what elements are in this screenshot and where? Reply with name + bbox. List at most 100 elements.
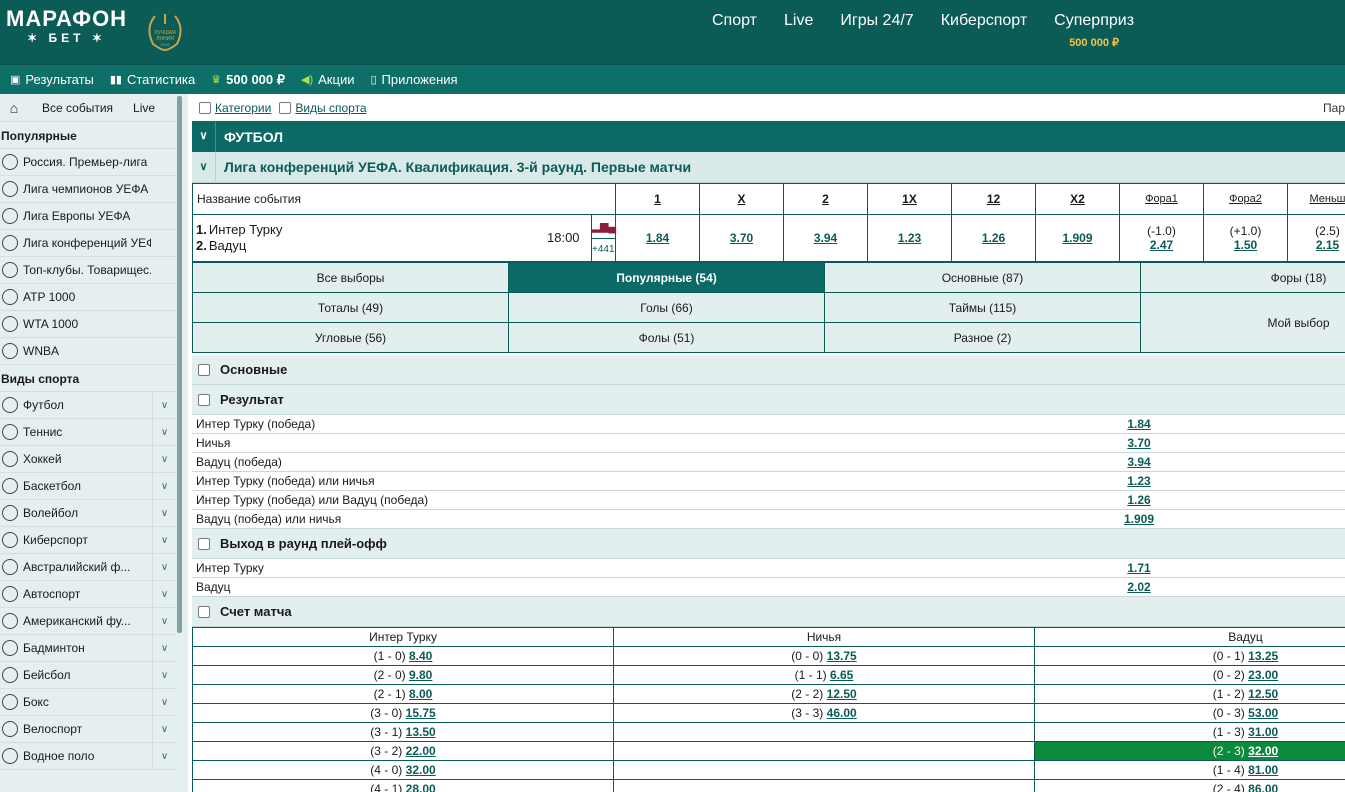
sidebar-popular-item[interactable]: Россия. Премьер-лига xyxy=(0,149,176,176)
chevron-down-icon[interactable]: ∨ xyxy=(152,500,176,527)
sidebar-sport-item[interactable]: Американский фу... ∨ xyxy=(0,608,176,635)
market-odd[interactable]: 1.909 xyxy=(1124,512,1154,526)
logo[interactable]: МАРАФОН ✶ БЕТ ✶ xyxy=(6,8,127,45)
categories-link[interactable]: Категории xyxy=(215,101,271,115)
cs-odd[interactable]: 31.00 xyxy=(1248,725,1278,739)
sidebar-all-events[interactable]: Все события xyxy=(42,101,113,115)
sidebar-sport-item[interactable]: Бадминтон ∨ xyxy=(0,635,176,662)
chevron-down-icon[interactable]: ∨ xyxy=(152,554,176,581)
market-odd[interactable]: 3.70 xyxy=(1127,436,1150,450)
col-fora1[interactable]: Фора1 xyxy=(1119,183,1204,215)
cs-cell[interactable]: (2 - 1) 8.00 xyxy=(192,684,614,704)
tab-misc[interactable]: Разное (2) xyxy=(824,322,1141,353)
cs-odd[interactable]: 13.50 xyxy=(406,725,436,739)
sports-link[interactable]: Виды спорта xyxy=(295,101,366,115)
sidebar-popular-item[interactable]: Лига Европы УЕФА xyxy=(0,203,176,230)
market-odd[interactable]: 1.26 xyxy=(1127,493,1150,507)
cs-odd[interactable]: 32.00 xyxy=(1248,744,1278,758)
tab-handicaps[interactable]: Форы (18) xyxy=(1140,262,1345,293)
tab-fouls[interactable]: Фолы (51) xyxy=(508,322,825,353)
col-2[interactable]: 2 xyxy=(783,183,868,215)
section-score[interactable]: Счет матча xyxy=(192,597,1345,627)
nav-sport[interactable]: Спорт xyxy=(712,12,757,49)
subnav-prize[interactable]: ♛ 500 000 ₽ xyxy=(211,72,285,88)
odd-12[interactable]: 1.26 xyxy=(951,214,1036,262)
cs-cell[interactable]: (0 - 1) 13.25 xyxy=(1034,646,1345,666)
sidebar-popular-item[interactable]: Лига конференций УЕФА xyxy=(0,230,176,257)
subnav-apps[interactable]: ▯ Приложения xyxy=(370,72,457,87)
cs-odd[interactable]: 86.00 xyxy=(1248,782,1278,792)
tab-totals[interactable]: Тоталы (49) xyxy=(192,292,509,323)
sidebar-sport-item[interactable]: Футбол ∨ xyxy=(0,392,176,419)
cs-odd[interactable]: 28.00 xyxy=(406,782,436,792)
cs-odd[interactable]: 12.50 xyxy=(1248,687,1278,701)
section-playoff[interactable]: Выход в раунд плей-офф xyxy=(192,529,1345,559)
cs-cell[interactable]: (0 - 3) 53.00 xyxy=(1034,703,1345,723)
team2[interactable]: 2. Вадуц xyxy=(196,238,591,254)
cs-odd[interactable]: 46.00 xyxy=(827,706,857,720)
nav-superprize[interactable]: Суперприз 500 000 ₽ xyxy=(1054,12,1134,49)
cs-cell[interactable]: (3 - 3) 46.00 xyxy=(613,703,1035,723)
chevron-down-icon[interactable]: ∨ xyxy=(152,743,176,770)
sidebar-sport-item[interactable]: Велоспорт ∨ xyxy=(0,716,176,743)
sidebar-sport-item[interactable]: Киберспорт ∨ xyxy=(0,527,176,554)
section-main[interactable]: Основные xyxy=(192,355,1345,385)
odd-1x[interactable]: 1.23 xyxy=(867,214,952,262)
cs-cell[interactable]: (3 - 1) 13.50 xyxy=(192,722,614,742)
cs-cell[interactable]: (2 - 4) 86.00 xyxy=(1034,779,1345,792)
col-12[interactable]: 12 xyxy=(951,183,1036,215)
cs-cell[interactable]: (1 - 1) 6.65 xyxy=(613,665,1035,685)
tab-corners[interactable]: Угловые (56) xyxy=(192,322,509,353)
cs-cell[interactable]: (4 - 0) 32.00 xyxy=(192,760,614,780)
sidebar-sport-item[interactable]: Бейсбол ∨ xyxy=(0,662,176,689)
cs-odd[interactable]: 22.00 xyxy=(406,744,436,758)
sidebar-sport-item[interactable]: Водное поло ∨ xyxy=(0,743,176,770)
col-under[interactable]: Меньш xyxy=(1287,183,1345,215)
subnav-results[interactable]: ▣ Результаты xyxy=(10,72,94,87)
chevron-down-icon[interactable]: ∨ xyxy=(152,473,176,500)
cs-cell[interactable]: (0 - 0) 13.75 xyxy=(613,646,1035,666)
chevron-down-icon[interactable]: ∨ xyxy=(192,152,216,182)
chevron-down-icon[interactable]: ∨ xyxy=(152,608,176,635)
sidebar-popular-item[interactable]: WTA 1000 xyxy=(0,311,176,338)
cs-cell[interactable]: (1 - 0) 8.40 xyxy=(192,646,614,666)
cs-cell[interactable]: (3 - 2) 22.00 xyxy=(192,741,614,761)
sports-checkbox[interactable] xyxy=(279,101,292,114)
section-playoff-checkbox[interactable] xyxy=(198,537,210,550)
cs-cell[interactable]: (0 - 2) 23.00 xyxy=(1034,665,1345,685)
nav-games[interactable]: Игры 24/7 xyxy=(840,12,913,49)
cs-odd[interactable]: 13.25 xyxy=(1248,649,1278,663)
cs-cell[interactable]: (2 - 3) 32.00 xyxy=(1034,741,1345,761)
col-1[interactable]: 1 xyxy=(615,183,700,215)
section-main-checkbox[interactable] xyxy=(198,363,210,376)
subnav-promos[interactable]: ◀) Акции xyxy=(301,72,354,87)
chevron-down-icon[interactable]: ∨ xyxy=(152,689,176,716)
sidebar-sport-item[interactable]: Бокс ∨ xyxy=(0,689,176,716)
tab-all[interactable]: Все выборы xyxy=(192,262,509,293)
section-result-checkbox[interactable] xyxy=(198,393,210,406)
chevron-down-icon[interactable]: ∨ xyxy=(152,635,176,662)
col-x2[interactable]: X2 xyxy=(1035,183,1120,215)
cs-cell[interactable]: (1 - 4) 81.00 xyxy=(1034,760,1345,780)
nav-live[interactable]: Live xyxy=(784,12,813,49)
sidebar-live[interactable]: Live xyxy=(133,101,155,115)
cs-odd[interactable]: 13.75 xyxy=(827,649,857,663)
sidebar-sport-item[interactable]: Теннис ∨ xyxy=(0,419,176,446)
chevron-down-icon[interactable]: ∨ xyxy=(152,662,176,689)
nav-esports[interactable]: Киберспорт xyxy=(941,12,1027,49)
chevron-down-icon[interactable]: ∨ xyxy=(152,581,176,608)
cs-odd[interactable]: 8.00 xyxy=(409,687,432,701)
section-score-checkbox[interactable] xyxy=(198,605,210,618)
sidebar-scrollbar[interactable] xyxy=(177,96,182,633)
params-link[interactable]: Пар xyxy=(1323,101,1345,115)
cs-odd[interactable]: 81.00 xyxy=(1248,763,1278,777)
team1[interactable]: 1. Интер Турку xyxy=(196,222,591,238)
chevron-down-icon[interactable]: ∨ xyxy=(152,716,176,743)
chevron-down-icon[interactable]: ∨ xyxy=(152,527,176,554)
odd-fora2[interactable]: (+1.0) 1.50 xyxy=(1203,214,1288,262)
categories-filter[interactable]: Категории xyxy=(199,101,271,115)
tab-goals[interactable]: Голы (66) xyxy=(508,292,825,323)
league-header[interactable]: ∨ Лига конференций УЕФА. Квалификация. 3… xyxy=(192,152,1345,183)
more-markets-count[interactable]: +441 xyxy=(592,239,616,261)
home-icon[interactable]: ⌂ xyxy=(0,100,28,116)
